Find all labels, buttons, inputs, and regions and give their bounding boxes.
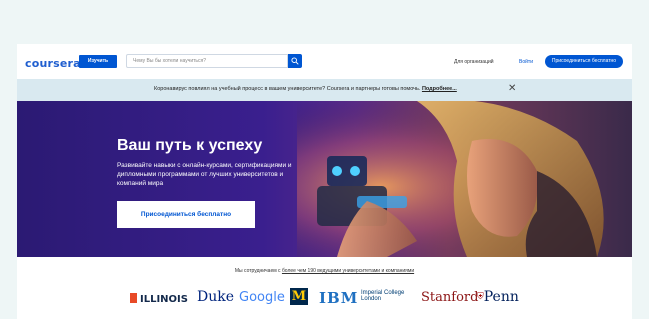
hero-section: Ваш путь к успеху Развивайте навыки с он… bbox=[17, 101, 632, 257]
coursera-logo[interactable]: coursera bbox=[25, 57, 81, 70]
ibm-logo[interactable]: IBM bbox=[319, 289, 358, 307]
imperial-line2: London bbox=[361, 296, 382, 302]
join-free-button[interactable]: Присоединиться бесплатно bbox=[545, 55, 623, 68]
banner-text: Коронавирус повлиял на учебный процесс в… bbox=[154, 86, 457, 92]
banner-more-link[interactable]: Подробнее... bbox=[422, 86, 457, 92]
hero-subtitle: Развивайте навыки с онлайн-курсами, серт… bbox=[117, 162, 292, 187]
michigan-logo[interactable]: M bbox=[290, 288, 308, 305]
close-icon[interactable]: ✕ bbox=[508, 82, 516, 96]
search-button[interactable] bbox=[288, 54, 302, 68]
banner-message: Коронавирус повлиял на учебный процесс в… bbox=[154, 86, 421, 92]
stanford-logo[interactable]: Stanford bbox=[421, 290, 478, 305]
search-input[interactable]: Чему Вы бы хотели научиться? bbox=[126, 54, 288, 68]
partners-text: Мы сотрудничаем с более чем 190 ведущими… bbox=[17, 268, 632, 274]
google-logo[interactable]: Google bbox=[239, 290, 285, 305]
hero-title: Ваш путь к успеху bbox=[117, 137, 263, 154]
google-name: Google bbox=[239, 290, 285, 305]
michigan-mark: M bbox=[291, 289, 307, 304]
illinois-mark-icon bbox=[130, 293, 137, 303]
explore-button[interactable]: Изучить bbox=[79, 55, 117, 68]
for-organizations-link[interactable]: Для организаций bbox=[454, 59, 494, 65]
partners-link[interactable]: более чем 190 ведущими университетами и … bbox=[282, 268, 414, 274]
penn-shield-icon: ⛨ bbox=[477, 292, 484, 302]
penn-logo[interactable]: ⛨Penn bbox=[477, 289, 519, 305]
login-link[interactable]: Войти bbox=[519, 59, 533, 65]
top-navigation: coursera Изучить Чему Вы бы хотели научи… bbox=[17, 52, 632, 76]
partners-prefix: Мы сотрудничаем с bbox=[234, 268, 282, 274]
illinois-logo[interactable]: ILLINOIS bbox=[130, 293, 188, 305]
hero-join-button[interactable]: Присоединиться бесплатно bbox=[117, 201, 255, 228]
search-icon bbox=[291, 57, 299, 65]
penn-name: Penn bbox=[483, 289, 519, 305]
hero-image bbox=[297, 101, 632, 257]
partner-logos: ILLINOIS Duke Google M IBM Imperial Coll… bbox=[17, 284, 632, 314]
imperial-logo[interactable]: Imperial College London bbox=[361, 290, 404, 302]
duke-logo[interactable]: Duke bbox=[197, 289, 234, 305]
covid-banner: Коронавирус повлиял на учебный процесс в… bbox=[17, 79, 632, 101]
page-frame: coursera Изучить Чему Вы бы хотели научи… bbox=[17, 44, 632, 319]
illinois-name: ILLINOIS bbox=[140, 294, 188, 305]
search-placeholder: Чему Вы бы хотели научиться? bbox=[133, 58, 206, 64]
